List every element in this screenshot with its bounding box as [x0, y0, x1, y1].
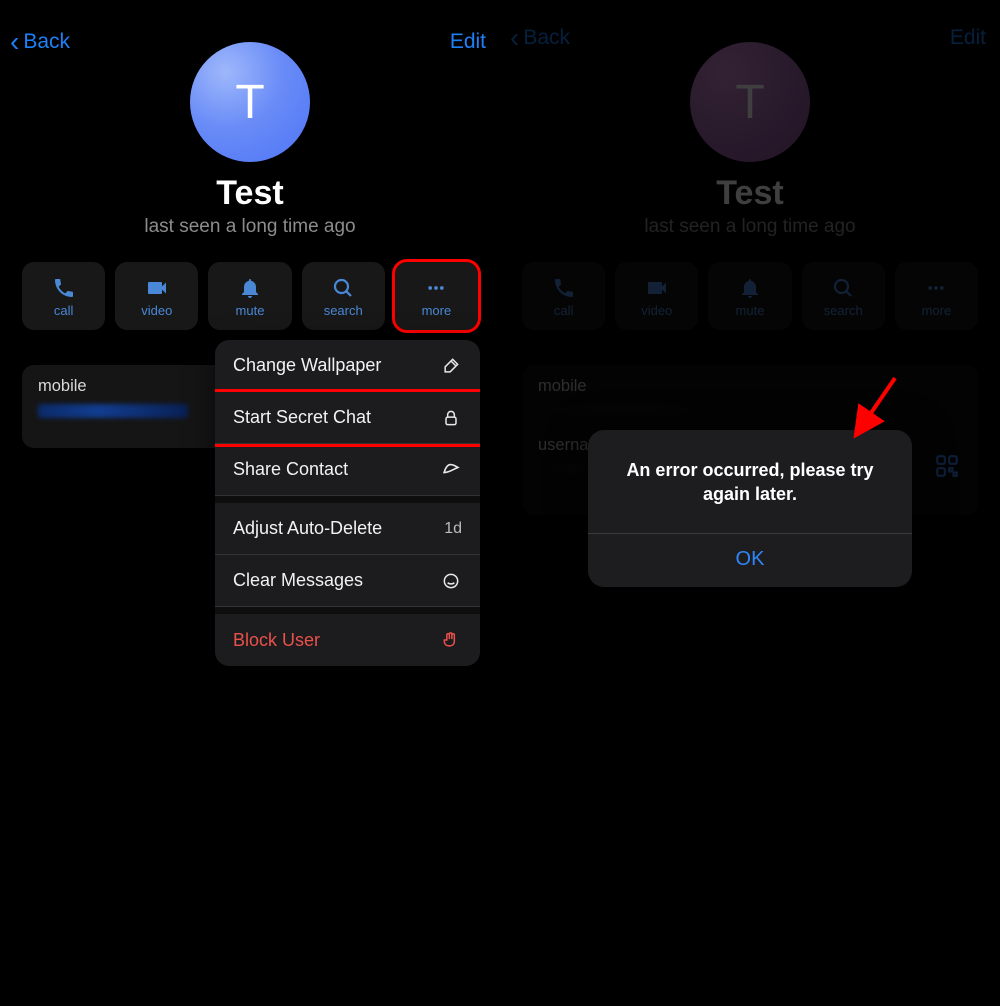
video-label: video	[141, 303, 172, 318]
error-alert: An error occurred, please try again late…	[588, 430, 912, 587]
more-menu: Change Wallpaper Start Secret Chat Share…	[215, 340, 480, 666]
chevron-left-icon: ‹	[10, 28, 19, 56]
more-button[interactable]: more	[395, 262, 478, 330]
search-icon	[330, 275, 356, 301]
alert-ok-button[interactable]: OK	[588, 534, 912, 587]
avatar[interactable]: T	[190, 42, 310, 162]
search-label: search	[324, 303, 363, 318]
search-button[interactable]: search	[302, 262, 385, 330]
menu-label: Block User	[233, 630, 320, 651]
menu-label: Start Secret Chat	[233, 407, 371, 428]
screen-right: ‹ Back Edit T Test last seen a long time…	[500, 0, 1000, 1006]
menu-share-contact[interactable]: Share Contact	[215, 444, 480, 496]
action-row: call video mute search	[0, 262, 500, 330]
menu-label: Adjust Auto-Delete	[233, 518, 382, 539]
mute-label: mute	[236, 303, 265, 318]
avatar-circle: T	[190, 42, 310, 162]
menu-label: Share Contact	[233, 459, 348, 480]
mute-button[interactable]: mute	[208, 262, 291, 330]
contact-name: Test	[0, 174, 500, 213]
menu-clear-messages[interactable]: Clear Messages	[215, 555, 480, 607]
avatar-initial: T	[235, 75, 264, 130]
screen-left: ‹ Back Edit T Test last seen a long time…	[0, 0, 500, 1006]
broom-icon	[440, 570, 462, 592]
mobile-value-redacted	[38, 404, 188, 418]
menu-start-secret-chat[interactable]: Start Secret Chat	[215, 392, 480, 444]
contact-status: last seen a long time ago	[0, 216, 500, 238]
menu-change-wallpaper[interactable]: Change Wallpaper	[215, 340, 480, 392]
menu-separator	[215, 607, 480, 614]
share-icon	[440, 459, 462, 481]
phone-icon	[51, 275, 77, 301]
menu-block-user[interactable]: Block User	[215, 614, 480, 666]
edit-button[interactable]: Edit	[450, 30, 486, 54]
call-button[interactable]: call	[22, 262, 105, 330]
menu-label: Clear Messages	[233, 570, 363, 591]
more-label: more	[422, 303, 452, 318]
alert-message: An error occurred, please try again late…	[588, 430, 912, 533]
back-label: Back	[23, 30, 70, 54]
menu-label: Change Wallpaper	[233, 355, 381, 376]
hand-icon	[440, 629, 462, 651]
video-icon	[144, 275, 170, 301]
menu-adjust-auto-delete[interactable]: Adjust Auto-Delete 1d	[215, 503, 480, 555]
bell-icon	[237, 275, 263, 301]
call-label: call	[54, 303, 74, 318]
video-button[interactable]: video	[115, 262, 198, 330]
menu-separator	[215, 496, 480, 503]
auto-delete-value: 1d	[444, 520, 462, 538]
back-button[interactable]: ‹ Back	[10, 28, 70, 56]
lock-icon	[440, 407, 462, 429]
paintbrush-icon	[440, 355, 462, 377]
more-icon	[423, 275, 449, 301]
